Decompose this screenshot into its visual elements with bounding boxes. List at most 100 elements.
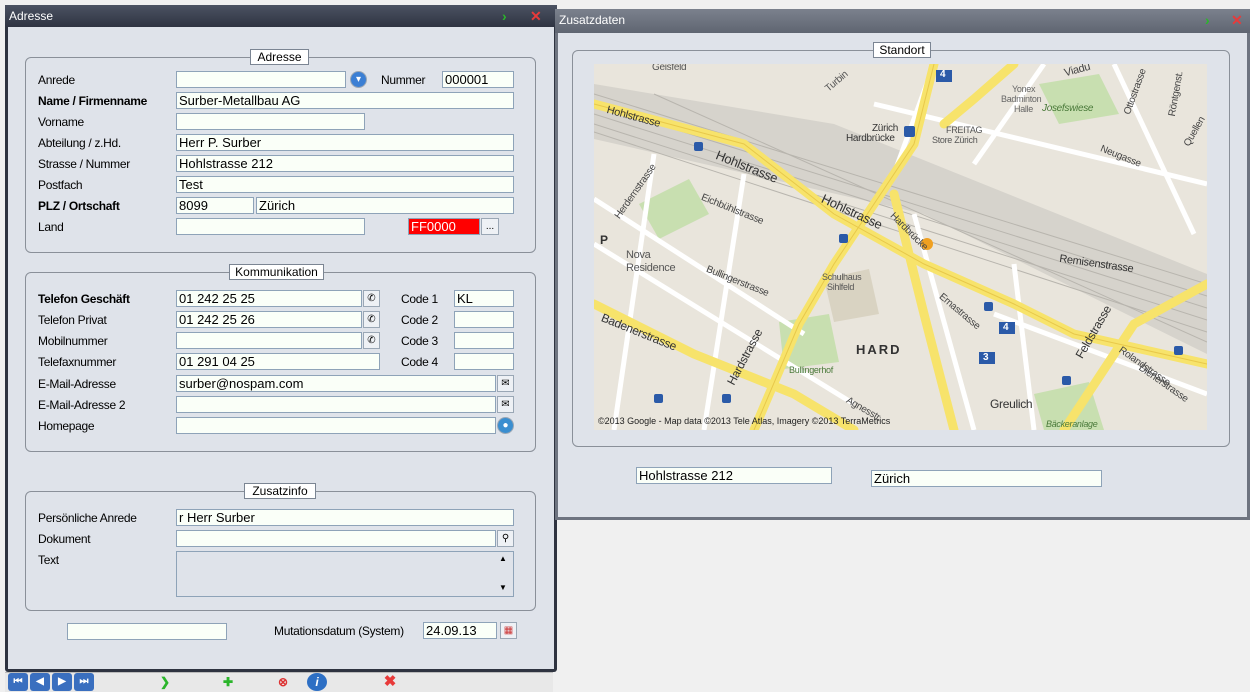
- window-title: Zusatzdaten: [559, 13, 626, 27]
- map-label: Residence: [626, 262, 676, 274]
- previous-record-icon[interactable]: ◀: [30, 673, 50, 691]
- globe-icon[interactable]: ●: [497, 417, 514, 434]
- dokument-label: Dokument: [38, 532, 91, 546]
- map-label: Sihlfeld: [827, 282, 855, 292]
- tel-privat-field[interactable]: 01 242 25 26: [176, 311, 362, 328]
- tel-geschaeft-label: Telefon Geschäft: [38, 292, 130, 306]
- search-icon[interactable]: ⚲: [497, 530, 514, 547]
- bottom-toolbar: ⏮ ◀ ▶ ⏭ ❯ ✚ ⊗ i ✖: [5, 672, 553, 692]
- strasse-field[interactable]: Hohlstrasse 212: [176, 155, 514, 172]
- fax-label: Telefaxnummer: [38, 355, 117, 369]
- map-label: Bullingerhof: [789, 365, 833, 375]
- land-field[interactable]: [176, 218, 365, 235]
- zusatzdaten-client-area: Standort Geisfeld Turbin Viadu 4 4 3 Yon…: [558, 33, 1247, 517]
- pers-anrede-field[interactable]: r Herr Surber: [176, 509, 514, 526]
- location-map[interactable]: Geisfeld Turbin Viadu 4 4 3 Yonex Badmin…: [594, 64, 1207, 430]
- email-field[interactable]: surber@nospam.com: [176, 375, 496, 392]
- name-label: Name / Firmenname: [38, 94, 147, 108]
- tel-privat-label: Telefon Privat: [38, 313, 107, 327]
- group-zusatzinfo: Zusatzinfo Persönliche Anrede r Herr Sur…: [25, 483, 536, 611]
- phone-dial-icon[interactable]: ✆: [363, 332, 380, 349]
- close-icon[interactable]: ✖: [380, 673, 400, 691]
- go-arrow-icon[interactable]: ›: [502, 7, 507, 25]
- group-zusatzinfo-legend: Zusatzinfo: [244, 483, 316, 499]
- footer-left-field[interactable]: [67, 623, 227, 640]
- code3-label: Code 3: [401, 334, 438, 348]
- play-icon[interactable]: ❯: [155, 673, 175, 691]
- color-field[interactable]: FF0000: [408, 218, 480, 235]
- name-field[interactable]: Surber-Metallbau AG: [176, 92, 514, 109]
- map-city-field[interactable]: Zürich: [871, 470, 1102, 487]
- email-label: E-Mail-Adresse: [38, 377, 116, 391]
- delete-record-icon[interactable]: ⊗: [273, 673, 293, 691]
- tel-geschaeft-field[interactable]: 01 242 25 25: [176, 290, 362, 307]
- map-label: 4: [1003, 322, 1009, 333]
- next-record-icon[interactable]: ▶: [52, 673, 72, 691]
- text-scroll-down-icon[interactable]: ▼: [499, 583, 507, 592]
- mobil-field[interactable]: [176, 332, 362, 349]
- map-label: Store Zürich: [932, 135, 978, 145]
- map-street-field[interactable]: Hohlstrasse 212: [636, 467, 832, 484]
- text-scroll-up-icon[interactable]: ▲: [499, 554, 507, 563]
- map-label: Geisfeld: [652, 64, 687, 73]
- strasse-label: Strasse / Nummer: [38, 157, 130, 171]
- anrede-field[interactable]: [176, 71, 346, 88]
- group-adresse: Adresse Anrede ▾ Nummer 000001 Name / Fi…: [25, 49, 536, 253]
- vorname-field[interactable]: [176, 113, 365, 130]
- map-graphic[interactable]: [594, 64, 1207, 430]
- map-label: 4: [940, 69, 946, 80]
- code1-label: Code 1: [401, 292, 438, 306]
- vorname-label: Vorname: [38, 115, 84, 129]
- ort-field[interactable]: Zürich: [256, 197, 514, 214]
- phone-dial-icon[interactable]: ✆: [363, 311, 380, 328]
- code1-field[interactable]: KL: [454, 290, 514, 307]
- code2-field[interactable]: [454, 311, 514, 328]
- zusatzdaten-titlebar[interactable]: Zusatzdaten › ✕: [555, 9, 1250, 33]
- mobil-label: Mobilnummer: [38, 334, 108, 348]
- homepage-field[interactable]: [176, 417, 496, 434]
- land-label: Land: [38, 220, 64, 234]
- send-email-icon[interactable]: ✉: [497, 375, 514, 392]
- group-standort: Standort Geisfeld Turbin Viadu 4 4 3 Yon…: [572, 42, 1230, 447]
- postfach-field[interactable]: Test: [176, 176, 514, 193]
- close-window-icon[interactable]: ✕: [1231, 11, 1243, 29]
- fax-field[interactable]: 01 291 04 25: [176, 353, 380, 370]
- code3-field[interactable]: [454, 332, 514, 349]
- map-label: Josefswiese: [1042, 103, 1094, 114]
- dokument-field[interactable]: [176, 530, 496, 547]
- anrede-dropdown-button[interactable]: ▾: [350, 71, 367, 88]
- abteilung-label: Abteilung / z.Hd.: [38, 136, 121, 150]
- group-adresse-legend: Adresse: [250, 49, 309, 65]
- plz-field[interactable]: 8099: [176, 197, 254, 214]
- text-area[interactable]: [176, 551, 514, 597]
- email2-field[interactable]: [176, 396, 496, 413]
- group-kommunikation: Kommunikation Telefon Geschäft 01 242 25…: [25, 264, 536, 452]
- code4-field[interactable]: [454, 353, 514, 370]
- group-standort-legend: Standort: [873, 42, 931, 58]
- mutation-field[interactable]: 24.09.13: [423, 622, 497, 639]
- send-email-icon[interactable]: ✉: [497, 396, 514, 413]
- info-icon[interactable]: i: [307, 673, 327, 691]
- map-label: Halle: [1014, 104, 1034, 114]
- calendar-icon[interactable]: ▦: [500, 622, 517, 639]
- first-record-icon[interactable]: ⏮: [8, 673, 28, 691]
- close-window-icon[interactable]: ✕: [530, 7, 542, 25]
- text-label: Text: [38, 553, 59, 567]
- map-label: Greulich: [990, 397, 1033, 411]
- postfach-label: Postfach: [38, 178, 83, 192]
- nummer-label: Nummer: [381, 73, 426, 87]
- homepage-label: Homepage: [38, 419, 95, 433]
- adresse-client-area: Adresse Anrede ▾ Nummer 000001 Name / Fi…: [8, 27, 554, 669]
- go-arrow-icon[interactable]: ›: [1205, 11, 1210, 29]
- color-picker-button[interactable]: ...: [481, 218, 499, 235]
- adresse-titlebar[interactable]: Adresse › ✕: [5, 5, 557, 27]
- last-record-icon[interactable]: ⏭: [74, 673, 94, 691]
- zusatzdaten-window: Zusatzdaten › ✕ Standort Geisfeld Turbin…: [555, 9, 1250, 520]
- abteilung-field[interactable]: Herr P. Surber: [176, 134, 514, 151]
- code2-label: Code 2: [401, 313, 438, 327]
- nummer-field[interactable]: 000001: [442, 71, 514, 88]
- new-record-icon[interactable]: ✚: [218, 673, 238, 691]
- map-label: Hardbrücke: [846, 133, 895, 144]
- pers-anrede-label: Persönliche Anrede: [38, 511, 137, 525]
- phone-dial-icon[interactable]: ✆: [363, 290, 380, 307]
